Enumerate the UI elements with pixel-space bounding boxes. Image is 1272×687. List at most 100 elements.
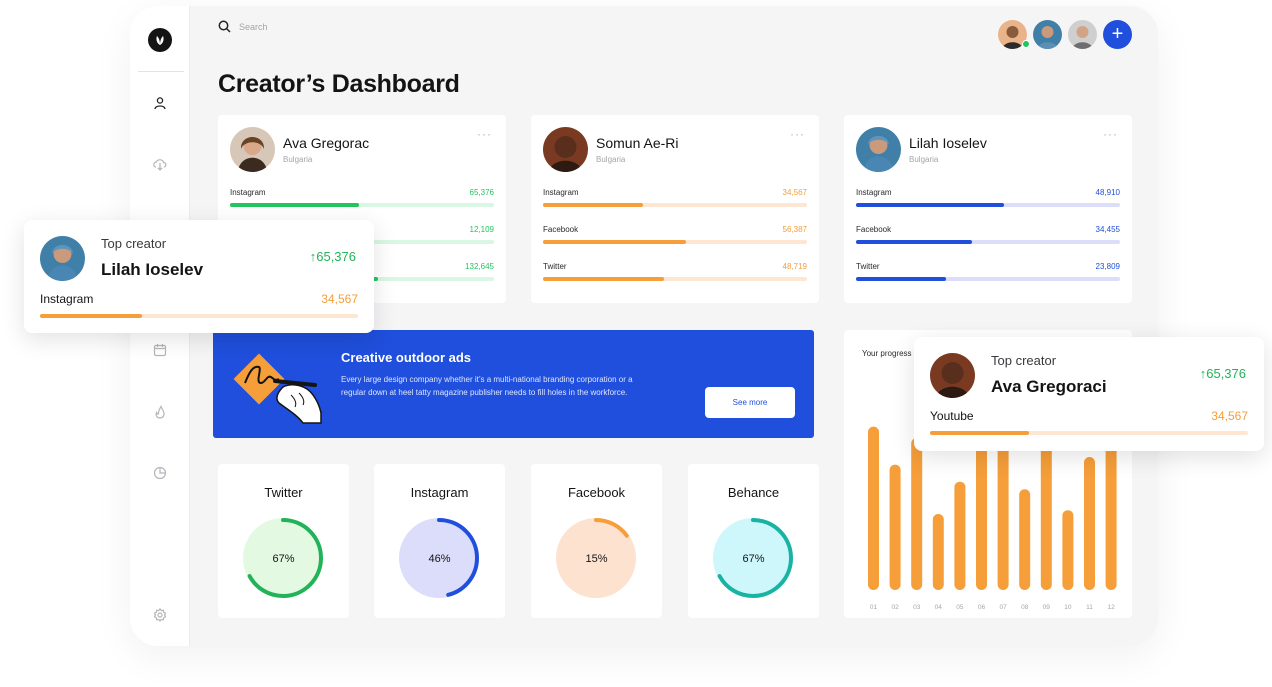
metric-label: Twitter — [856, 262, 880, 271]
donut-value: 15% — [585, 553, 608, 565]
metric-value: 65,376 — [469, 188, 494, 197]
see-more-button[interactable]: See more — [705, 387, 795, 418]
chart-tick-label: 07 — [999, 604, 1007, 611]
add-button[interactable]: + — [1103, 20, 1132, 49]
metric-progress-track — [40, 314, 358, 318]
metric-progress-fill — [543, 277, 665, 281]
chart-tick-label: 09 — [1043, 604, 1051, 611]
creator-card[interactable]: Lilah Ioselev Bulgaria ··· Instagram 48,910 F… — [844, 115, 1132, 303]
pie-chart-icon[interactable] — [150, 463, 170, 483]
chart-bar — [868, 426, 879, 590]
metric-value: 34,455 — [1095, 225, 1120, 234]
more-options-icon[interactable]: ··· — [477, 127, 492, 141]
search-icon — [218, 20, 231, 33]
donut-title: Instagram — [410, 485, 469, 500]
search-bar[interactable]: Search — [218, 20, 268, 33]
more-options-icon[interactable]: ··· — [1103, 127, 1118, 141]
top-creator-name: Ava Gregoraci — [991, 377, 1107, 396]
metric-progress-track — [856, 240, 1120, 244]
creator-country: Bulgaria — [596, 155, 626, 164]
donut-title: Twitter — [264, 485, 303, 500]
metric-progress-track — [543, 240, 807, 244]
online-status-dot — [1022, 40, 1030, 48]
creator-name: Lilah Ioselev — [909, 135, 987, 151]
user-icon[interactable] — [150, 93, 170, 113]
donut-card[interactable]: Facebook 15% — [531, 464, 662, 618]
chart-tick-label: 11 — [1086, 604, 1093, 611]
metric-label: Twitter — [543, 262, 567, 271]
avatar — [930, 353, 975, 398]
metric-value: 132,645 — [465, 262, 494, 271]
metric-value: 34,567 — [782, 188, 807, 197]
metric-value: 12,109 — [469, 225, 494, 234]
metric-row: Instagram 34,567 — [543, 188, 807, 207]
metric-progress-track — [543, 203, 807, 207]
metric-value: 23,809 — [1095, 262, 1120, 271]
chart-bar — [1105, 426, 1117, 590]
metric-label: Instagram — [40, 292, 94, 306]
metric-progress-fill — [930, 431, 1029, 435]
more-options-icon[interactable]: ··· — [790, 127, 805, 141]
page-title: Creator’s Dashboard — [218, 70, 460, 98]
metric-progress-track — [930, 431, 1248, 435]
chart-bar — [1062, 510, 1074, 590]
settings-icon[interactable] — [150, 605, 170, 625]
promo-banner: Creative outdoor ads Every large design … — [213, 330, 814, 438]
avatar — [856, 127, 901, 172]
creator-card[interactable]: Somun Ae-Ri Bulgaria ··· Instagram 34,567 Fac… — [531, 115, 819, 303]
chart-tick-label: 05 — [956, 604, 964, 611]
metric-row: Twitter 23,809 — [856, 262, 1120, 281]
download-cloud-icon[interactable] — [150, 154, 170, 174]
fire-icon[interactable] — [150, 402, 170, 422]
chart-tick-label: 02 — [891, 604, 899, 611]
metric-row: Instagram 48,910 — [856, 188, 1120, 207]
metric-progress-fill — [856, 240, 973, 244]
metric-progress-fill — [230, 203, 360, 207]
chart-bar — [911, 438, 923, 590]
top-creator-card-right[interactable]: Top creator Ava Gregoraci ↑65,376 Youtub… — [914, 337, 1264, 451]
team-avatars: + — [998, 20, 1132, 49]
donut-value: 67% — [742, 553, 765, 565]
donut-title: Facebook — [567, 485, 626, 500]
calendar-icon[interactable] — [150, 340, 170, 360]
metric-value: 34,567 — [1211, 409, 1248, 423]
creator-name: Somun Ae-Ri — [596, 135, 679, 151]
chart-tick-label: 03 — [913, 604, 921, 611]
metric-progress-fill — [543, 240, 686, 244]
metric-row: Facebook 56,387 — [543, 225, 807, 244]
metric-value: 48,910 — [1095, 188, 1120, 197]
sidebar-divider — [138, 71, 184, 72]
chart-bar — [1084, 457, 1095, 590]
metric-label: Youtube — [930, 409, 974, 423]
avatar — [230, 127, 275, 172]
metric-row: Instagram 65,376 — [230, 188, 494, 207]
chart-bar — [976, 426, 987, 590]
metric-progress-track — [856, 277, 1120, 281]
metric-value: 56,387 — [782, 225, 807, 234]
metric-progress-track — [230, 203, 494, 207]
metric-label: Instagram — [230, 188, 266, 197]
avatar[interactable] — [1033, 20, 1062, 49]
chart-bar — [1040, 426, 1052, 590]
search-input[interactable]: Search — [239, 22, 268, 32]
donut-card[interactable]: Behance 67% — [688, 464, 819, 618]
avatar[interactable] — [1068, 20, 1097, 49]
top-creator-count: ↑65,376 — [1199, 366, 1246, 381]
banner-title: Creative outdoor ads — [341, 350, 472, 365]
donut-title: Behance — [727, 485, 780, 500]
top-creator-card-left[interactable]: Top creator Lilah Ioselev ↑65,376 Instag… — [24, 220, 374, 333]
metric-row: Facebook 34,455 — [856, 225, 1120, 244]
chart-tick-label: 12 — [1107, 604, 1115, 611]
logo-icon[interactable] — [148, 28, 172, 52]
top-creator-label: Top creator — [991, 353, 1057, 368]
top-creator-count: ↑65,376 — [309, 249, 356, 264]
top-creator-name: Lilah Ioselev — [101, 260, 204, 279]
metric-label: Instagram — [856, 188, 892, 197]
donut-card[interactable]: Instagram 46% — [374, 464, 505, 618]
chart-bar — [1019, 489, 1031, 590]
creator-country: Bulgaria — [283, 155, 313, 164]
donut-card[interactable]: Twitter 67% — [218, 464, 349, 618]
metric-progress-fill — [856, 203, 1004, 207]
chart-tick-label: 04 — [935, 604, 943, 611]
creator-country: Bulgaria — [909, 155, 939, 164]
